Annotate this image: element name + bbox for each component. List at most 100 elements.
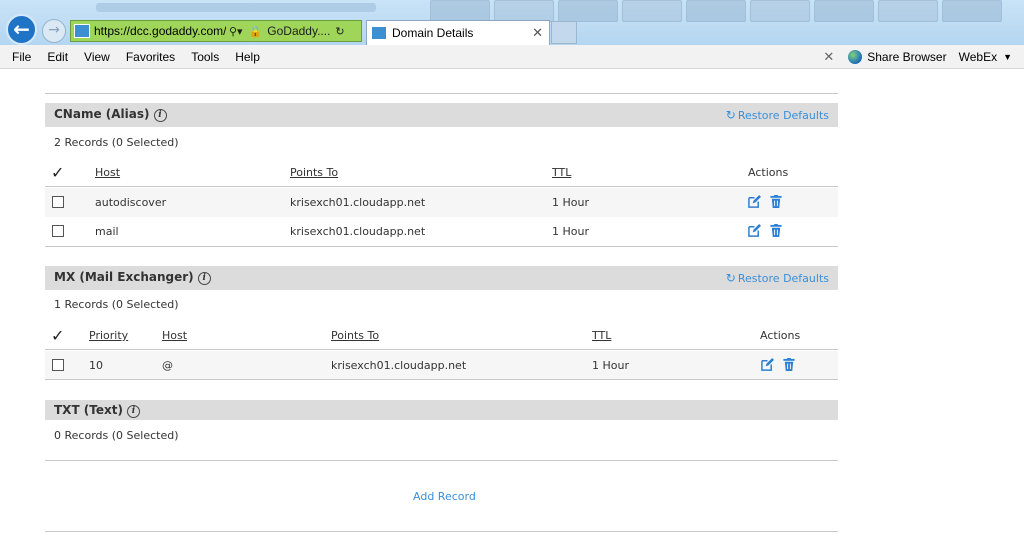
add-record-link[interactable]: Add Record (413, 490, 476, 503)
background-tab[interactable] (558, 0, 618, 22)
mx-section-header: MX (Mail Exchanger) i ↻ Restore Defaults (45, 266, 838, 290)
col-actions-header: Actions (748, 166, 789, 179)
txt-record-count: 0 Records (0 Selected) (54, 429, 179, 442)
col-points-to-header[interactable]: Points To (331, 329, 379, 342)
background-tab[interactable] (686, 0, 746, 22)
menu-help[interactable]: Help (235, 50, 260, 64)
divider (45, 93, 838, 94)
txt-title-text: TXT (Text) (54, 403, 123, 417)
col-ttl-header[interactable]: TTL (552, 166, 571, 179)
webex-menu[interactable]: WebEx (959, 50, 997, 64)
restore-icon: ↻ (725, 108, 736, 122)
lock-icon[interactable]: 🔒 (249, 25, 263, 38)
tab-favicon-icon (372, 27, 386, 39)
info-icon[interactable]: i (126, 405, 140, 418)
edit-icon[interactable] (748, 224, 761, 237)
background-tab[interactable] (430, 0, 490, 22)
cname-restore-defaults-link[interactable]: ↻ Restore Defaults (726, 108, 829, 122)
tab-title: Domain Details (392, 26, 474, 40)
cname-section-header: CName (Alias) i ↻ Restore Defaults (45, 103, 838, 127)
cname-record-count: 2 Records (0 Selected) (54, 136, 179, 149)
divider (45, 531, 838, 532)
search-icon[interactable]: ⚲▾ (229, 25, 243, 38)
restore-label: Restore Defaults (737, 109, 829, 122)
row-ttl: 1 Hour (552, 225, 589, 238)
background-tab[interactable] (622, 0, 682, 22)
divider (45, 460, 838, 461)
row-checkbox[interactable] (52, 359, 64, 371)
mx-section-title: MX (Mail Exchanger) i (54, 270, 211, 285)
browser-chrome: ← → https://dcc.godaddy.com/dc ⚲▾ 🔒 GoDa… (0, 0, 1024, 45)
dns-records-panel: CName (Alias) i ↻ Restore Defaults 2 Recor… (45, 69, 838, 537)
divider (45, 349, 838, 350)
table-row[interactable]: autodiscover krisexch01.cloudapp.net 1 H… (45, 188, 838, 217)
row-points-to: krisexch01.cloudapp.net (290, 225, 426, 238)
background-taskbar-tabs (430, 0, 1024, 22)
background-tab[interactable] (942, 0, 1002, 22)
menu-view[interactable]: View (84, 50, 110, 64)
table-row[interactable]: 10 @ krisexch01.cloudapp.net 1 Hour (45, 351, 838, 380)
mx-title-text: MX (Mail Exchanger) (54, 270, 194, 284)
txt-section-header: TXT (Text) i (45, 400, 838, 420)
table-row[interactable]: mail krisexch01.cloudapp.net 1 Hour (45, 217, 838, 246)
address-bar[interactable]: https://dcc.godaddy.com/dc ⚲▾ 🔒 GoDaddy.… (70, 20, 362, 42)
col-host-header[interactable]: Host (95, 166, 120, 179)
background-tab[interactable] (494, 0, 554, 22)
row-host: autodiscover (95, 196, 167, 209)
refresh-icon[interactable]: ↻ (335, 25, 344, 38)
select-all-checkmark-icon[interactable]: ✓ (51, 163, 64, 182)
info-icon[interactable]: i (197, 272, 211, 285)
edit-icon[interactable] (748, 195, 761, 208)
row-host: mail (95, 225, 119, 238)
trash-icon[interactable] (783, 358, 795, 371)
mx-record-count: 1 Records (0 Selected) (54, 298, 179, 311)
site-favicon-icon (74, 24, 90, 38)
close-toolbar-icon[interactable]: ✕ (823, 49, 834, 65)
new-tab-button[interactable] (551, 21, 577, 44)
divider (45, 186, 838, 187)
mx-restore-defaults-link[interactable]: ↻ Restore Defaults (726, 271, 829, 285)
row-priority: 10 (89, 359, 103, 372)
tab-domain-details[interactable]: Domain Details ✕ (366, 20, 550, 45)
background-window-title (96, 3, 376, 12)
row-ttl: 1 Hour (552, 196, 589, 209)
row-points-to: krisexch01.cloudapp.net (290, 196, 426, 209)
col-host-header[interactable]: Host (162, 329, 187, 342)
info-icon[interactable]: i (153, 109, 167, 122)
share-browser-button[interactable]: Share Browser (867, 50, 946, 64)
divider (45, 246, 838, 247)
cname-title-text: CName (Alias) (54, 107, 150, 121)
row-host: @ (162, 359, 173, 372)
back-arrow-icon[interactable]: ← (6, 14, 37, 45)
menu-tools[interactable]: Tools (191, 50, 219, 64)
divider (45, 379, 838, 380)
row-ttl: 1 Hour (592, 359, 629, 372)
background-tab[interactable] (878, 0, 938, 22)
col-ttl-header[interactable]: TTL (592, 329, 611, 342)
menu-file[interactable]: File (12, 50, 31, 64)
menu-bar: File Edit View Favorites Tools Help ✕ Sh… (0, 45, 1024, 69)
col-actions-header: Actions (760, 329, 801, 342)
background-tab[interactable] (814, 0, 874, 22)
select-all-checkmark-icon[interactable]: ✓ (51, 326, 64, 345)
row-checkbox[interactable] (52, 225, 64, 237)
menu-edit[interactable]: Edit (47, 50, 68, 64)
chevron-down-icon[interactable]: ▼ (1003, 52, 1012, 62)
share-browser-globe-icon[interactable] (848, 50, 863, 64)
background-tab[interactable] (750, 0, 810, 22)
row-checkbox[interactable] (52, 196, 64, 208)
restore-label: Restore Defaults (737, 272, 829, 285)
cname-section-title: CName (Alias) i (54, 107, 167, 122)
txt-section-title: TXT (Text) i (54, 403, 140, 418)
close-tab-icon[interactable]: ✕ (532, 26, 543, 41)
trash-icon[interactable] (770, 195, 782, 208)
edit-icon[interactable] (761, 358, 774, 371)
forward-arrow-icon[interactable]: → (42, 19, 66, 43)
site-identity[interactable]: GoDaddy.... (267, 24, 330, 38)
url-text[interactable]: https://dcc.godaddy.com/dc (94, 24, 226, 38)
col-priority-header[interactable]: Priority (89, 329, 128, 342)
restore-icon: ↻ (725, 271, 736, 285)
trash-icon[interactable] (770, 224, 782, 237)
col-points-to-header[interactable]: Points To (290, 166, 338, 179)
menu-favorites[interactable]: Favorites (126, 50, 175, 64)
